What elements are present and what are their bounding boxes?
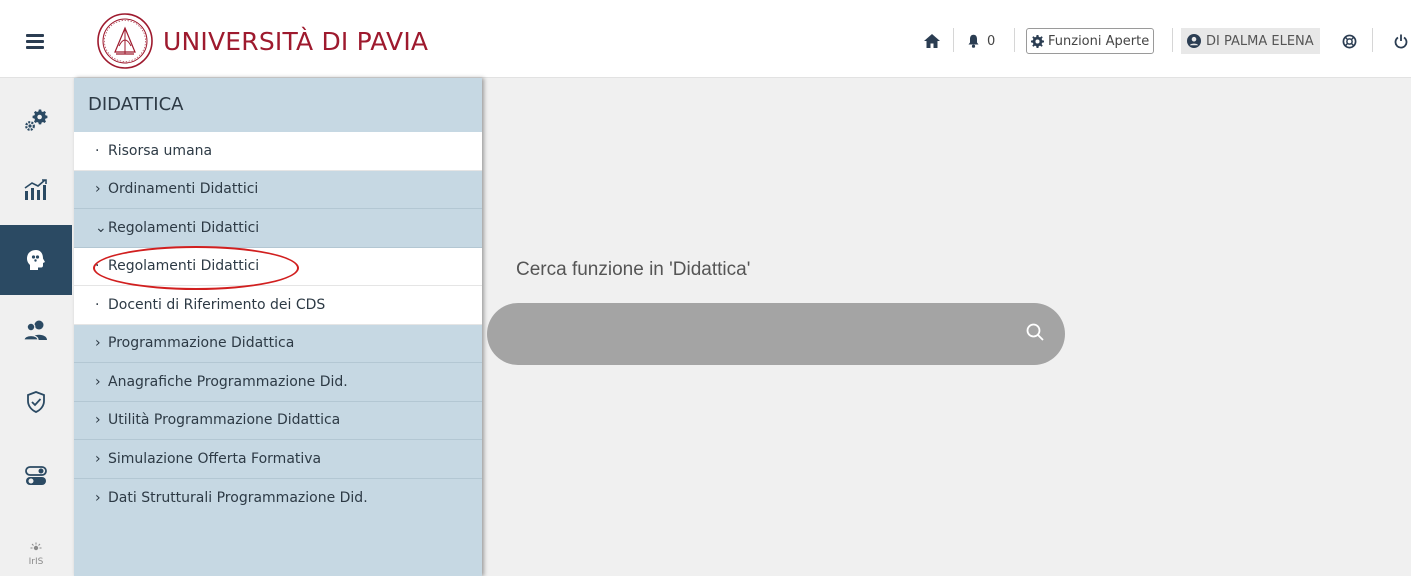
divider	[953, 28, 954, 52]
menu-item-utilita-programmazione[interactable]: › Utilità Programmazione Didattica	[74, 402, 482, 440]
gears-icon	[25, 109, 48, 131]
university-seal-logo[interactable]	[96, 12, 154, 70]
menu-item-ordinamenti-didattici[interactable]: › Ordinamenti Didattici	[74, 171, 482, 209]
head-icon	[27, 250, 45, 270]
menu-group-regolamenti-didattici[interactable]: ⌄ Regolamenti Didattici	[74, 209, 482, 248]
funzioni-aperte-button[interactable]: Funzioni Aperte	[1026, 28, 1155, 54]
menu-item-anagrafiche-programmazione[interactable]: › Anagrafiche Programmazione Did.	[74, 363, 482, 402]
power-icon[interactable]	[1394, 28, 1408, 54]
didattica-menu-list: · Risorsa umana › Ordinamenti Didattici ⌄ R…	[74, 132, 482, 517]
search-title: Cerca funzione in 'Didattica'	[516, 259, 751, 280]
menu-item-programmazione-didattica[interactable]: › Programmazione Didattica	[74, 325, 482, 363]
rail-item-reports[interactable]	[0, 155, 72, 225]
rail-item-iris[interactable]: IrIS	[0, 519, 72, 576]
hamburger-menu-icon[interactable]	[26, 34, 44, 49]
notifications-count: 0	[987, 33, 996, 49]
notifications-button[interactable]: 0	[968, 28, 995, 54]
svg-text:IrIS: IrIS	[29, 557, 44, 566]
iris-icon: IrIS	[29, 542, 44, 566]
divider	[1372, 28, 1373, 52]
search-bar[interactable]	[487, 303, 1065, 365]
funzioni-aperte-label: Funzioni Aperte	[1048, 33, 1150, 49]
brand-name[interactable]: UNIVERSITÀ DI PAVIA	[163, 27, 428, 56]
users-icon	[23, 320, 47, 341]
gear-icon	[1031, 34, 1044, 48]
divider	[1014, 28, 1015, 52]
bell-icon	[968, 34, 979, 48]
user-menu-button[interactable]: DI PALMA ELENA	[1181, 28, 1320, 54]
didattica-menu-panel: DIDATTICA · Risorsa umana › Ordinamenti Di…	[74, 78, 482, 576]
panel-title: DIDATTICA	[88, 94, 184, 115]
rail-item-didattica[interactable]	[0, 225, 72, 295]
rail-item-people[interactable]	[0, 295, 72, 365]
menu-item-risorsa-umana[interactable]: · Risorsa umana	[74, 132, 482, 171]
menu-item-docenti-riferimento[interactable]: · Docenti di Riferimento dei CDS	[74, 286, 482, 325]
home-icon[interactable]	[924, 28, 940, 54]
help-icon[interactable]	[1342, 28, 1357, 54]
top-header: UNIVERSITÀ DI PAVIA 0 Funzioni Aperte DI…	[0, 0, 1411, 78]
menu-item-dati-strutturali[interactable]: › Dati Strutturali Programmazione Did.	[74, 479, 482, 518]
toggles-icon	[25, 466, 47, 485]
search-icon[interactable]	[1025, 322, 1045, 342]
search-input[interactable]	[517, 319, 997, 349]
menu-item-regolamenti-didattici[interactable]: · Regolamenti Didattici	[74, 247, 482, 286]
shield-check-icon	[27, 391, 45, 413]
rail-item-security[interactable]	[0, 367, 72, 437]
rail-item-settings[interactable]	[0, 441, 72, 511]
chart-icon	[24, 179, 47, 200]
user-circle-icon	[1187, 34, 1201, 48]
rail-item-configuration[interactable]	[0, 85, 72, 155]
menu-item-simulazione-offerta[interactable]: › Simulazione Offerta Formativa	[74, 440, 482, 479]
user-name: DI PALMA ELENA	[1206, 33, 1314, 49]
divider	[1172, 28, 1173, 52]
module-rail: IrIS	[0, 79, 72, 576]
